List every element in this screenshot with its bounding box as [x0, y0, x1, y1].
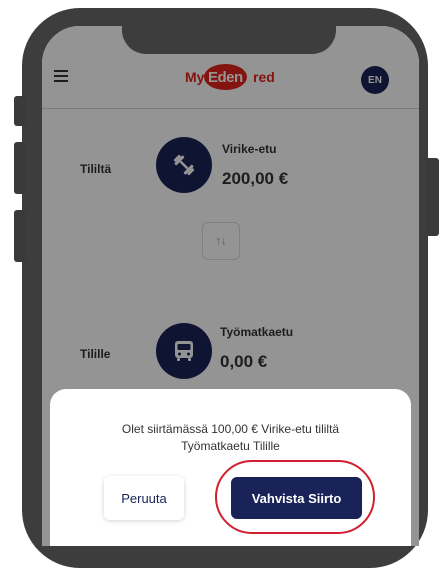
dialog-message-line2: Työmatkaetu Tilille	[181, 439, 280, 453]
phone-mute-switch	[14, 96, 26, 126]
cancel-button[interactable]: Peruuta	[104, 476, 184, 520]
phone-screen: My Eden red EN Tililtä Virike-etu 200,00…	[42, 26, 419, 546]
phone-volume-up	[14, 142, 26, 194]
phone-power-button	[425, 158, 439, 236]
dialog-message: Olet siirtämässä 100,00 € Virike-etu til…	[70, 421, 391, 455]
dialog-message-line1: Olet siirtämässä 100,00 € Virike-etu til…	[121, 422, 340, 436]
phone-volume-down	[14, 210, 26, 262]
confirm-transfer-dialog: Olet siirtämässä 100,00 € Virike-etu til…	[50, 389, 411, 546]
phone-notch	[122, 26, 336, 54]
confirm-highlight-ring	[215, 460, 375, 534]
